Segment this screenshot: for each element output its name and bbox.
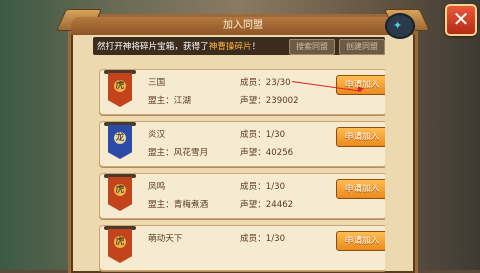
apply-join-button[interactable]: 申请加入 <box>336 127 385 147</box>
alliance-members: 成员：23/30 <box>240 78 291 88</box>
alliance-members: 成员：1/30 <box>240 182 286 192</box>
search-alliance-button[interactable]: 搜索同盟 <box>289 39 335 55</box>
alliance-flag-icon: 龙 <box>104 120 136 162</box>
system-notice-bar: 然打开神将碎片宝箱，获得了神曹操碎片！ 搜索同盟 创建同盟 <box>93 37 385 55</box>
alliance-list[interactable]: 虎 三国 盟主：江湖 成员：23/30 声望：239002 申请加入 龙 炎汉 … <box>99 69 385 273</box>
create-alliance-button[interactable]: 创建同盟 <box>339 39 385 55</box>
alliance-row: 虎 凤鸣 盟主：青梅煮酒 成员：1/30 声望：24462 申请加入 <box>99 173 385 219</box>
alliance-row: 虎 萌动天下 成员：1/30 申请加入 <box>99 225 385 271</box>
notice-suffix: ！ <box>251 42 261 52</box>
annotation-arrow-head <box>358 86 364 92</box>
join-alliance-dialog: 加入同盟 ✦ 然打开神将碎片宝箱，获得了神曹操碎片！ 搜索同盟 创建同盟 虎 三… <box>55 9 431 273</box>
apply-join-button[interactable]: 申请加入 <box>336 75 385 95</box>
alliance-name: 炎汉 <box>148 130 166 140</box>
alliance-members: 成员：1/30 <box>240 130 286 140</box>
alliance-row: 虎 三国 盟主：江湖 成员：23/30 声望：239002 申请加入 <box>99 69 385 115</box>
alliance-flag-icon: 虎 <box>104 172 136 214</box>
alliance-members: 成员：1/30 <box>240 234 286 244</box>
alliance-prestige: 声望：40256 <box>240 148 294 158</box>
system-notice-text: 然打开神将碎片宝箱，获得了神曹操碎片！ <box>97 40 260 52</box>
alliance-name: 三国 <box>148 78 166 88</box>
alliance-prestige: 声望：239002 <box>240 96 299 106</box>
apply-join-button[interactable]: 申请加入 <box>336 231 385 251</box>
game-badge-icon: ✦ <box>385 13 415 39</box>
dialog-title-bar: 加入同盟 <box>71 17 415 35</box>
notice-prefix: 然打开神将碎片宝箱，获得了 <box>97 42 209 52</box>
alliance-flag-icon: 虎 <box>104 224 136 266</box>
alliance-leader: 盟主：青梅煮酒 <box>148 200 209 210</box>
apply-join-button[interactable]: 申请加入 <box>336 179 385 199</box>
notice-highlight: 神曹操碎片 <box>208 42 252 52</box>
alliance-leader: 盟主：风花雪月 <box>148 148 209 158</box>
dialog-title: 加入同盟 <box>223 20 263 31</box>
alliance-leader: 盟主：江湖 <box>148 96 191 106</box>
alliance-name: 凤鸣 <box>148 182 166 192</box>
alliance-name: 萌动天下 <box>148 234 183 244</box>
close-icon[interactable]: ✕ <box>445 4 477 36</box>
alliance-row: 龙 炎汉 盟主：风花雪月 成员：1/30 声望：40256 申请加入 <box>99 121 385 167</box>
alliance-flag-icon: 虎 <box>104 69 136 110</box>
alliance-prestige: 声望：24462 <box>240 200 294 210</box>
